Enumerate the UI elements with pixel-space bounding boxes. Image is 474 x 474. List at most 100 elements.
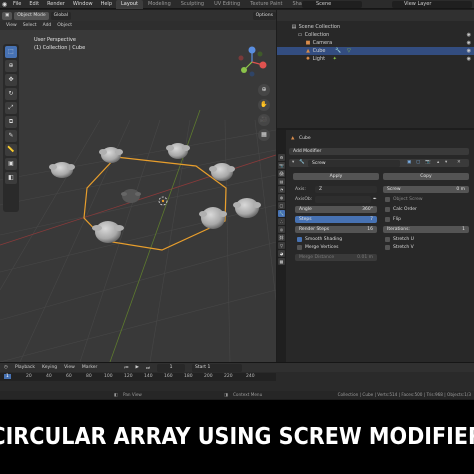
axis-object-field[interactable] <box>315 196 371 203</box>
menu-marker[interactable]: Marker <box>82 365 98 370</box>
blender-logo-icon[interactable]: ◉ <box>0 0 9 9</box>
menu-render[interactable]: Render <box>43 1 69 7</box>
object-tab-icon[interactable]: ▢ <box>278 202 285 209</box>
menu-select[interactable]: Select <box>23 23 37 28</box>
ortho-grid-icon[interactable]: ▦ <box>258 129 270 141</box>
measure-tool-icon[interactable]: 📏 <box>5 144 17 156</box>
menu-timeline-view[interactable]: View <box>64 365 75 370</box>
annotate-tool-icon[interactable]: ✎ <box>5 130 17 142</box>
texture-tab-icon[interactable]: ▩ <box>278 258 285 265</box>
apply-button[interactable]: Apply <box>293 173 379 180</box>
viewport-scene[interactable] <box>0 10 276 362</box>
outliner-scene-collection[interactable]: ▤ Scene Collection <box>277 23 474 31</box>
outliner-item-collection[interactable]: ▭ Collection ◉ <box>277 31 474 39</box>
move-tool-icon[interactable]: ✥ <box>5 74 17 86</box>
current-frame-field[interactable]: 1 <box>157 363 185 372</box>
menu-edit[interactable]: Edit <box>25 1 43 7</box>
render-toggle-icon[interactable]: 📷 <box>425 159 431 166</box>
world-tab-icon[interactable]: ◍ <box>278 194 285 201</box>
realtime-toggle-icon[interactable]: ▢ <box>416 159 420 166</box>
object-screw-checkbox[interactable] <box>385 197 390 202</box>
scene-selector[interactable]: Scene <box>302 1 362 8</box>
editmode-toggle-icon[interactable]: ▣ <box>407 159 411 166</box>
jump-start-icon[interactable]: ⏮ <box>124 365 128 371</box>
visibility-eye-icon[interactable]: ◉ <box>467 47 471 55</box>
visibility-eye-icon[interactable]: ◉ <box>467 55 471 63</box>
view-layer-selector[interactable]: View Layer <box>392 1 472 8</box>
scene-tab-icon[interactable]: ◔ <box>278 186 285 193</box>
tab-uv-editing[interactable]: UV Editing <box>209 0 245 9</box>
jump-end-icon[interactable]: ⏭ <box>146 365 150 371</box>
options-dropdown[interactable]: Options <box>252 11 276 20</box>
cursor-tool-icon[interactable]: ⊕ <box>5 60 17 72</box>
render-steps-field[interactable]: Render Steps 16 <box>295 226 377 233</box>
merge-vertices-checkbox[interactable] <box>297 245 302 250</box>
view-layer-tab-icon[interactable]: ▤ <box>278 178 285 185</box>
visibility-eye-icon[interactable]: ◉ <box>467 39 471 47</box>
menu-playback[interactable]: Playback <box>15 365 35 370</box>
menu-object[interactable]: Object <box>57 23 72 28</box>
outliner-item-cube[interactable]: ▲ Cube 🔧 ▽ ◉ <box>277 47 474 55</box>
timeline-ruler[interactable]: 1 20 40 60 80 100 120 140 160 180 200 22… <box>0 373 276 381</box>
calc-order-checkbox[interactable] <box>385 207 390 212</box>
stretch-v-checkbox[interactable] <box>385 245 390 250</box>
move-up-icon[interactable]: ▴ <box>437 159 439 166</box>
data-tab-icon[interactable]: ▽ <box>278 242 285 249</box>
menu-help[interactable]: Help <box>97 1 116 7</box>
tab-modeling[interactable]: Modeling <box>143 0 176 9</box>
screw-field[interactable]: Screw 0 m <box>383 186 469 193</box>
merge-distance-field[interactable]: Merge Distance 0.01 m <box>295 254 377 261</box>
flip-checkbox[interactable] <box>385 217 390 222</box>
timeline-editor-icon[interactable]: ◷ <box>4 365 8 370</box>
menu-add[interactable]: Add <box>43 23 52 28</box>
modifier-tab-icon[interactable]: 🔧 <box>278 210 285 217</box>
scale-tool-icon[interactable]: ⤢ <box>5 102 17 114</box>
outliner-item-camera[interactable]: ■ Camera ◉ <box>277 39 474 47</box>
play-icon[interactable]: ▶ <box>135 365 138 370</box>
render-tab-icon[interactable]: 📷 <box>278 162 285 169</box>
visibility-eye-icon[interactable]: ◉ <box>467 31 471 39</box>
steps-field[interactable]: Steps 7 <box>295 216 377 223</box>
transform-tool-icon[interactable]: ⧉ <box>5 116 17 128</box>
3d-viewport[interactable]: ▣ Object Mode Global Options View Select… <box>0 10 276 362</box>
outliner-item-light[interactable]: ✹ Light ✦ ◉ <box>277 55 474 63</box>
modifier-name-field[interactable]: Screw <box>308 159 400 167</box>
remove-modifier-icon[interactable]: ✕ <box>457 159 461 166</box>
menu-file[interactable]: File <box>9 1 25 7</box>
menu-view[interactable]: View <box>6 23 17 28</box>
camera-view-icon[interactable]: 🎥 <box>258 114 270 126</box>
frame-marker-1[interactable]: 1 <box>4 374 11 379</box>
menu-window[interactable]: Window <box>69 1 97 7</box>
add-cube-tool-icon[interactable]: ▣ <box>5 158 17 170</box>
iterations-field[interactable]: Iterations: 1 <box>383 226 469 233</box>
transform-orientation-dropdown[interactable]: Global <box>50 11 71 20</box>
copy-button[interactable]: Copy <box>383 173 469 180</box>
tab-texture-paint[interactable]: Texture Paint <box>245 0 287 9</box>
stretch-u-checkbox[interactable] <box>385 237 390 242</box>
eyedropper-icon[interactable]: ✒ <box>373 196 377 203</box>
editor-type-button[interactable]: ▣ <box>2 11 13 20</box>
start-frame-field[interactable]: Start 1 <box>192 363 242 372</box>
tool-tab-icon[interactable]: ⚙ <box>278 154 285 161</box>
collapse-arrow-icon[interactable]: ▾ <box>292 159 294 166</box>
add-modifier-dropdown[interactable]: Add Modifier <box>289 148 469 155</box>
zoom-icon[interactable]: ⊕ <box>258 84 270 96</box>
physics-tab-icon[interactable]: ◎ <box>278 226 285 233</box>
material-tab-icon[interactable]: ◕ <box>278 250 285 257</box>
constraints-tab-icon[interactable]: ⛓ <box>278 234 285 241</box>
tab-layout[interactable]: Layout <box>116 0 143 9</box>
move-down-icon[interactable]: ▾ <box>445 159 447 166</box>
particles-tab-icon[interactable]: ∴ <box>278 218 285 225</box>
extra-tool-icon[interactable]: ◧ <box>5 172 17 184</box>
output-tab-icon[interactable]: 🖨 <box>278 170 285 177</box>
axis-dropdown[interactable]: Z <box>315 186 377 193</box>
pan-hand-icon[interactable]: ✋ <box>258 99 270 111</box>
object-mode-dropdown[interactable]: Object Mode <box>14 11 49 20</box>
navigation-gizmo[interactable] <box>236 46 268 78</box>
select-tool-icon[interactable]: ⬚ <box>5 46 17 58</box>
angle-field[interactable]: Angle 360° <box>295 206 377 213</box>
tab-sculpting[interactable]: Sculpting <box>176 0 209 9</box>
smooth-shading-checkbox[interactable] <box>297 237 302 242</box>
rotate-tool-icon[interactable]: ↻ <box>5 88 17 100</box>
menu-keying[interactable]: Keying <box>42 365 57 370</box>
